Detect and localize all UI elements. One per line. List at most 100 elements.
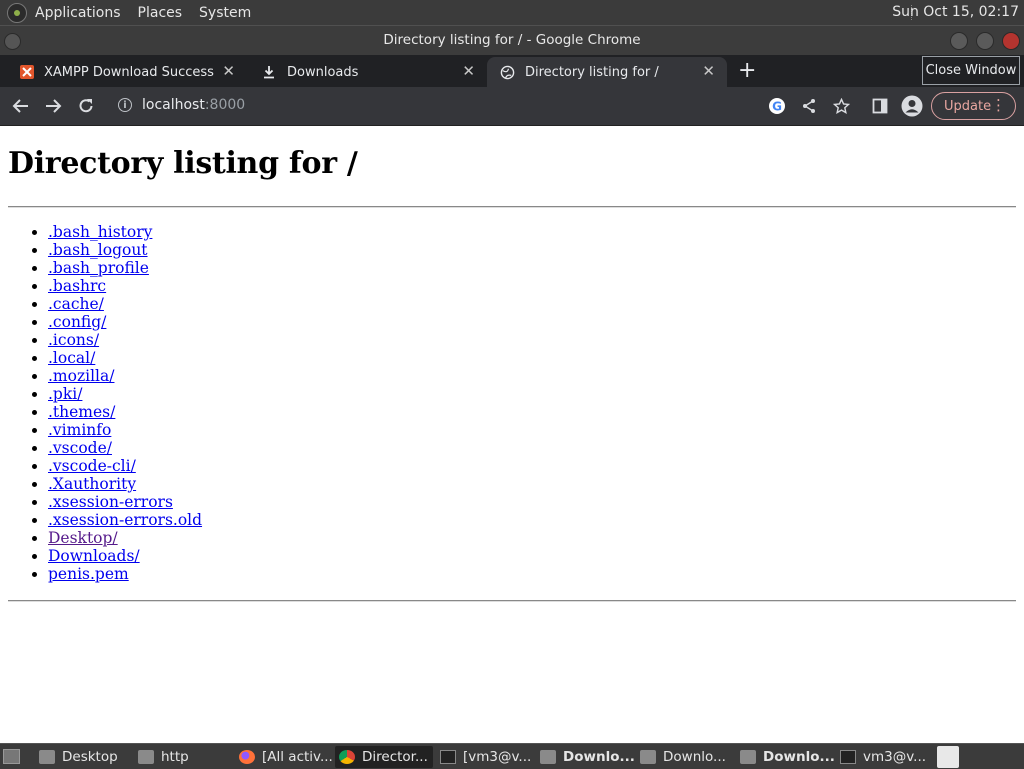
- list-item: .cache/: [48, 295, 202, 313]
- task-downloads-2[interactable]: Downlo...: [636, 746, 734, 768]
- list-item: .bash_history: [48, 223, 202, 241]
- minimize-icon[interactable]: [950, 32, 968, 50]
- terminal-icon: [840, 750, 856, 764]
- reload-icon[interactable]: [75, 95, 97, 117]
- close-window-icon[interactable]: [1002, 32, 1020, 50]
- system-menu[interactable]: System: [199, 5, 251, 21]
- task-desktop[interactable]: Desktop: [35, 746, 133, 768]
- tooltip: Close Window: [922, 56, 1020, 85]
- list-item: penis.pem: [48, 565, 202, 583]
- url-text[interactable]: localhost:8000: [142, 97, 245, 113]
- tab-close-icon[interactable]: ✕: [222, 62, 235, 80]
- update-label: Update: [944, 98, 992, 114]
- folder-link[interactable]: .vscode-cli/: [48, 457, 136, 475]
- site-info-icon[interactable]: i: [118, 98, 132, 112]
- side-panel-icon[interactable]: [869, 95, 891, 117]
- directory-listing: .bash_history .bash_logout .bash_profile…: [0, 223, 202, 583]
- distro-logo-icon[interactable]: [7, 2, 27, 23]
- show-desktop-icon[interactable]: [3, 749, 20, 764]
- folder-link[interactable]: .icons/: [48, 331, 99, 349]
- bookmark-star-icon[interactable]: [830, 95, 852, 117]
- clock[interactable]: Sun Oct 15, 02:17: [892, 4, 1019, 20]
- file-link[interactable]: penis.pem: [48, 565, 129, 583]
- divider-top: [8, 206, 1016, 208]
- folder-icon: [740, 750, 756, 764]
- task-http[interactable]: http: [134, 746, 232, 768]
- task-chrome-active[interactable]: Director...: [335, 746, 433, 768]
- task-label: Downlo...: [563, 749, 634, 765]
- list-item: .config/: [48, 313, 202, 331]
- list-item: .themes/: [48, 403, 202, 421]
- task-terminal-2[interactable]: vm3@v...: [836, 746, 932, 768]
- list-item: .mozilla/: [48, 367, 202, 385]
- browser-toolbar: i localhost:8000 G: [0, 87, 1024, 126]
- folder-link[interactable]: Downloads/: [48, 547, 140, 565]
- folder-link[interactable]: .local/: [48, 349, 95, 367]
- list-item: .pki/: [48, 385, 202, 403]
- list-item: Desktop/: [48, 529, 202, 547]
- more-menu-icon[interactable]: ⋮: [991, 96, 1006, 114]
- tab-downloads[interactable]: Downloads ✕: [247, 57, 487, 87]
- new-tab-button[interactable]: +: [738, 60, 756, 82]
- download-icon: [261, 64, 277, 80]
- folder-link[interactable]: .vscode/: [48, 439, 112, 457]
- task-downloads-1[interactable]: Downlo...: [536, 746, 634, 768]
- back-icon[interactable]: [10, 95, 32, 117]
- list-item: .xsession-errors.old: [48, 511, 202, 529]
- divider-bottom: [8, 600, 1016, 602]
- tab-label: Directory listing for /: [525, 64, 659, 80]
- tab-close-icon[interactable]: ✕: [462, 62, 475, 80]
- places-menu[interactable]: Places: [138, 5, 183, 21]
- top-panel: Applications Places System Sun Oct 15, 0…: [0, 0, 1024, 25]
- task-firefox[interactable]: [All activ...: [235, 746, 333, 768]
- file-link[interactable]: .xsession-errors.old: [48, 511, 202, 529]
- share-icon[interactable]: [798, 95, 820, 117]
- taskbar: Desktop http [All activ... Director... […: [0, 743, 1024, 769]
- task-label: vm3@v...: [863, 749, 927, 765]
- file-link[interactable]: .bash_logout: [48, 241, 148, 259]
- maximize-icon[interactable]: [976, 32, 994, 50]
- globe-icon: [499, 64, 515, 80]
- tab-directory-listing[interactable]: Directory listing for / ✕: [487, 57, 727, 87]
- file-link[interactable]: .bashrc: [48, 277, 106, 295]
- folder-link[interactable]: .cache/: [48, 295, 104, 313]
- folder-link[interactable]: .themes/: [48, 403, 115, 421]
- list-item: .vscode/: [48, 439, 202, 457]
- xampp-icon: [20, 65, 34, 79]
- list-item: .bash_profile: [48, 259, 202, 277]
- tab-xampp[interactable]: XAMPP Download Success ✕: [0, 57, 247, 87]
- folder-link[interactable]: .pki/: [48, 385, 82, 403]
- forward-icon[interactable]: [42, 95, 64, 117]
- window-titlebar[interactable]: Directory listing for / - Google Chrome: [0, 25, 1024, 55]
- file-link[interactable]: .bash_profile: [48, 259, 149, 277]
- address-bar[interactable]: i localhost:8000: [110, 91, 760, 121]
- google-lens-icon[interactable]: G: [766, 95, 788, 117]
- file-link[interactable]: .xsession-errors: [48, 493, 173, 511]
- task-label: [All activ...: [262, 749, 333, 765]
- list-item: .local/: [48, 349, 202, 367]
- folder-icon: [138, 750, 154, 764]
- task-label: Director...: [362, 749, 428, 765]
- chrome-launcher-icon[interactable]: [937, 746, 959, 768]
- file-link[interactable]: .viminfo: [48, 421, 111, 439]
- update-button[interactable]: Update ⋮: [931, 92, 1016, 120]
- profile-avatar-icon[interactable]: [901, 95, 923, 117]
- firefox-icon: [239, 750, 255, 764]
- tab-close-icon[interactable]: ✕: [702, 62, 715, 80]
- folder-link[interactable]: Desktop/: [48, 529, 118, 547]
- file-link[interactable]: .bash_history: [48, 223, 152, 241]
- file-link[interactable]: .Xauthority: [48, 475, 136, 493]
- folder-link[interactable]: .config/: [48, 313, 106, 331]
- task-terminal[interactable]: [vm3@v...: [436, 746, 534, 768]
- list-item: Downloads/: [48, 547, 202, 565]
- applications-menu[interactable]: Applications: [35, 5, 121, 21]
- task-label: Desktop: [62, 749, 118, 765]
- task-label: [vm3@v...: [463, 749, 532, 765]
- task-downloads-3[interactable]: Downlo...: [736, 746, 834, 768]
- folder-link[interactable]: .mozilla/: [48, 367, 114, 385]
- tab-label: XAMPP Download Success: [44, 64, 214, 80]
- tab-label: Downloads: [287, 64, 359, 80]
- list-item: .viminfo: [48, 421, 202, 439]
- list-item: .Xauthority: [48, 475, 202, 493]
- page-content: Directory listing for / .bash_history .b…: [0, 126, 1024, 743]
